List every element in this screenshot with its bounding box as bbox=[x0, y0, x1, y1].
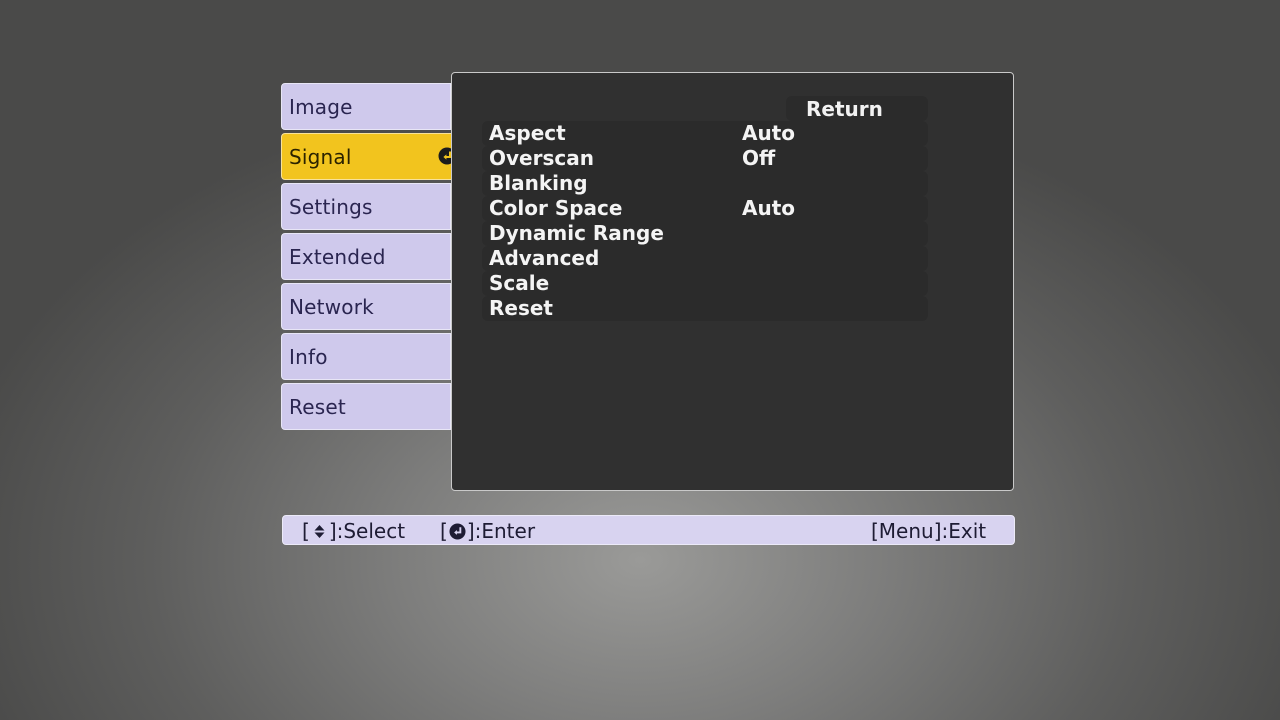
enter-icon bbox=[449, 522, 466, 540]
tab-label: Info bbox=[289, 345, 328, 369]
item-value: Off bbox=[742, 146, 776, 170]
item-label: Dynamic Range bbox=[489, 221, 664, 245]
help-bar: [ ]:Select [ ]:Enter [Menu]:Exit bbox=[282, 515, 1015, 545]
tab-extended[interactable]: Extended bbox=[281, 233, 468, 280]
signal-settings-panel: Return Aspect Auto Overscan Off Blanking… bbox=[451, 72, 1014, 491]
help-exit: [Menu]:Exit bbox=[871, 519, 986, 543]
menu-item-overscan[interactable]: Overscan Off bbox=[482, 146, 928, 171]
tab-label: Signal bbox=[289, 145, 352, 169]
item-label: Aspect bbox=[489, 121, 566, 145]
item-label: Scale bbox=[489, 271, 550, 295]
tab-image[interactable]: Image bbox=[281, 83, 468, 130]
tab-settings[interactable]: Settings bbox=[281, 183, 468, 230]
item-label: Blanking bbox=[489, 171, 588, 195]
tab-info[interactable]: Info bbox=[281, 333, 468, 380]
help-select: [ ]:Select bbox=[302, 519, 405, 543]
help-bracket: [ bbox=[440, 519, 448, 543]
return-item[interactable]: Return bbox=[786, 96, 928, 121]
item-label: Reset bbox=[489, 296, 553, 320]
menu-item-aspect[interactable]: Aspect Auto bbox=[482, 121, 928, 146]
item-label: Overscan bbox=[489, 146, 594, 170]
help-exit-label: [Menu]:Exit bbox=[871, 519, 987, 543]
menu-item-blanking[interactable]: Blanking bbox=[482, 171, 928, 196]
help-select-label: ]:Select bbox=[328, 519, 406, 543]
help-enter-label: ]:Enter bbox=[466, 519, 536, 543]
menu-item-reset[interactable]: Reset bbox=[482, 296, 928, 321]
tab-label: Reset bbox=[289, 395, 346, 419]
item-value: Auto bbox=[742, 121, 796, 145]
menu-item-advanced[interactable]: Advanced bbox=[482, 246, 928, 271]
menu-item-scale[interactable]: Scale bbox=[482, 271, 928, 296]
up-down-arrow-icon bbox=[314, 524, 325, 538]
tab-reset[interactable]: Reset bbox=[281, 383, 468, 430]
tab-signal[interactable]: Signal bbox=[281, 133, 468, 180]
item-label: Color Space bbox=[489, 196, 623, 220]
tab-label: Extended bbox=[289, 245, 386, 269]
item-label: Advanced bbox=[489, 246, 600, 270]
menu-item-color-space[interactable]: Color Space Auto bbox=[482, 196, 928, 221]
help-enter: [ ]:Enter bbox=[440, 519, 535, 543]
help-bracket: [ bbox=[302, 519, 310, 543]
return-label: Return bbox=[806, 97, 883, 121]
tab-label: Network bbox=[289, 295, 374, 319]
tab-label: Image bbox=[289, 95, 353, 119]
item-value: Auto bbox=[742, 196, 796, 220]
menu-tabs: Image Signal Settings Extended Network I… bbox=[281, 83, 468, 433]
tab-network[interactable]: Network bbox=[281, 283, 468, 330]
tab-label: Settings bbox=[289, 195, 373, 219]
menu-item-dynamic-range[interactable]: Dynamic Range bbox=[482, 221, 928, 246]
